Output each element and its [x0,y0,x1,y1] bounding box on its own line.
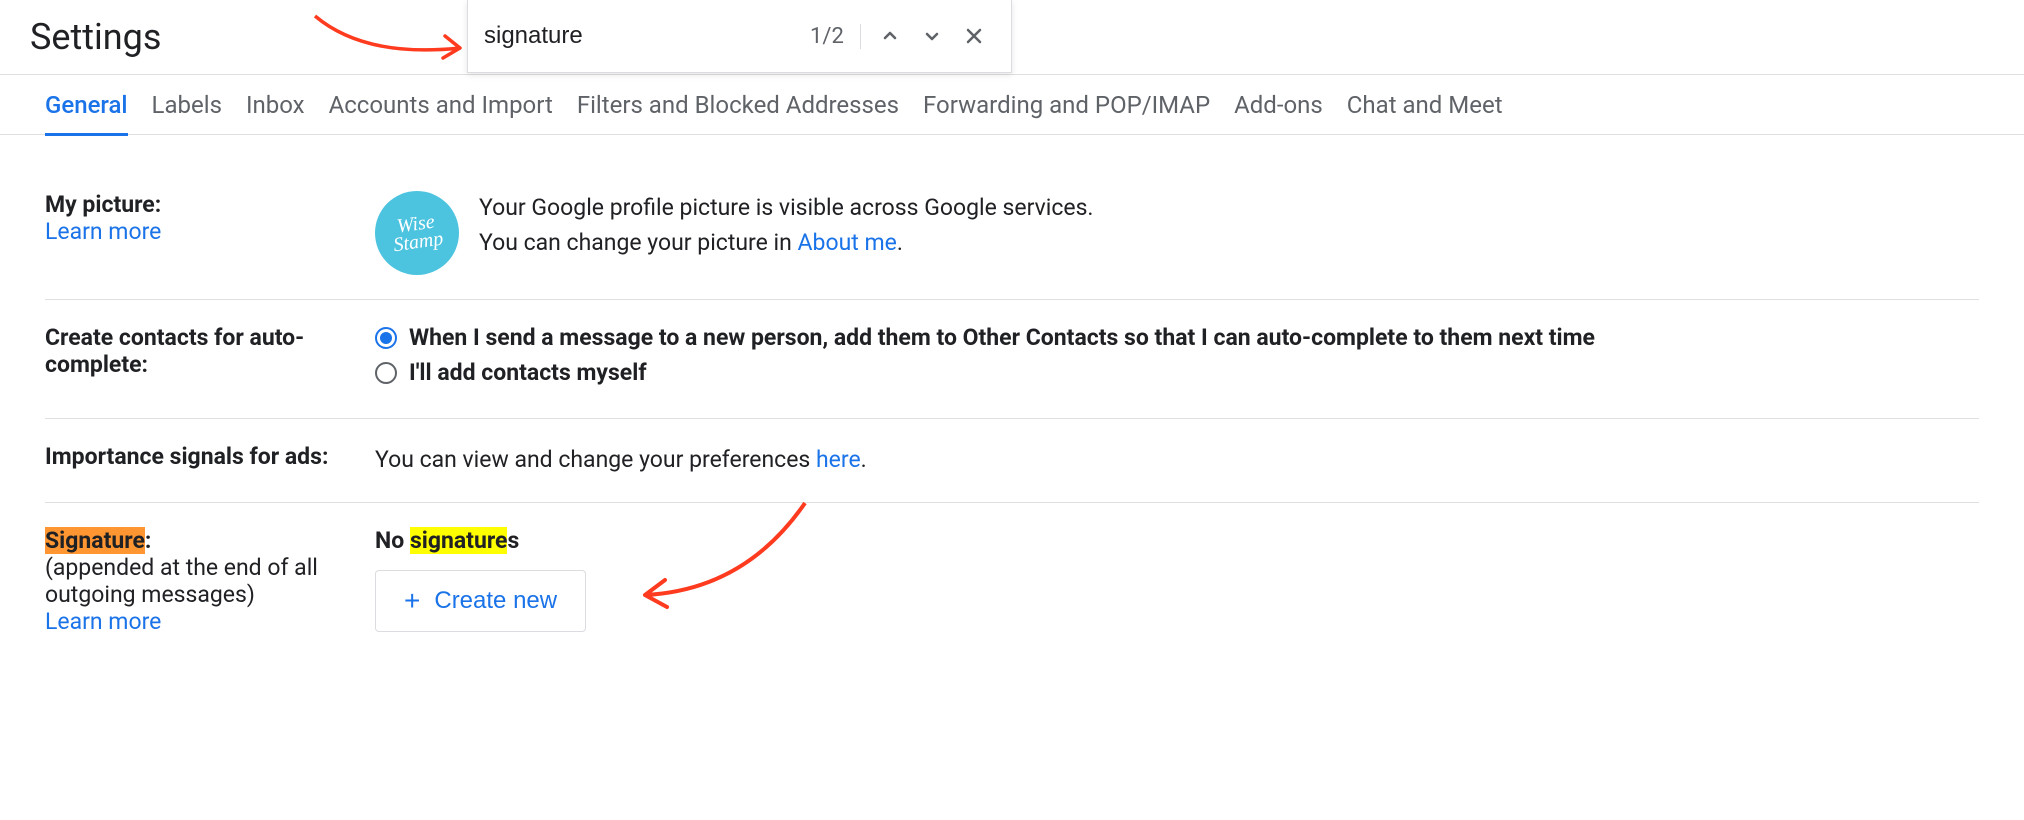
create-btn-label: Create new [434,587,557,615]
section-picture: My picture: Learn more Wise Stamp Your G… [45,135,1979,300]
tab-inbox[interactable]: Inbox [246,75,305,135]
radio-label: I'll add contacts myself [409,359,647,386]
find-prev-button[interactable] [869,12,911,60]
tab-chat[interactable]: Chat and Meet [1347,75,1503,135]
picture-text-2: You can change your picture in About me. [479,226,1094,261]
page-title: Settings [30,16,161,58]
find-count: 1/2 [794,24,861,49]
picture-description: Your Google profile picture is visible a… [479,191,1094,275]
find-in-page-bar: 1/2 [467,0,1012,73]
find-input[interactable] [484,22,794,50]
plus-icon: + [404,585,420,617]
radio-option-auto[interactable]: When I send a message to a new person, a… [375,324,1979,351]
avatar-logo-text: Wise Stamp [375,209,459,256]
find-next-button[interactable] [911,12,953,60]
tab-labels[interactable]: Labels [152,75,222,135]
section-body: When I send a message to a new person, a… [375,324,1979,394]
tab-addons[interactable]: Add-ons [1234,75,1323,135]
find-close-button[interactable] [953,12,995,60]
label-title: Importance signals for ads: [45,443,375,470]
tab-filters[interactable]: Filters and Blocked Addresses [577,75,899,135]
label-title: Create contacts for auto-complete: [45,324,375,378]
learn-more-link[interactable]: Learn more [45,608,161,635]
tab-general[interactable]: General [45,75,128,135]
highlighted-match-active: Signature [45,527,145,554]
section-ads: Importance signals for ads: You can view… [45,419,1979,503]
settings-content: My picture: Learn more Wise Stamp Your G… [0,135,2024,659]
section-label: Importance signals for ads: [45,443,375,478]
label-help: (appended at the end of all outgoing mes… [45,554,375,608]
chevron-down-icon [920,24,944,48]
close-icon [962,24,986,48]
header: Settings 1/2 [0,0,2024,75]
radio-label: When I send a message to a new person, a… [409,324,1595,351]
learn-more-link[interactable]: Learn more [45,218,161,245]
label-title: My picture: [45,191,375,218]
section-body: No signatures + Create new [375,527,1979,635]
section-label: My picture: Learn more [45,191,375,275]
section-label: Create contacts for auto-complete: [45,324,375,394]
picture-text-1: Your Google profile picture is visible a… [479,191,1094,226]
settings-tabs: General Labels Inbox Accounts and Import… [0,75,2024,135]
radio-input[interactable] [375,362,397,384]
highlighted-match: signature [410,527,508,554]
create-new-signature-button[interactable]: + Create new [375,570,586,632]
tab-accounts[interactable]: Accounts and Import [329,75,553,135]
about-me-link[interactable]: About me [798,229,897,256]
section-signature: Signature: (appended at the end of all o… [45,503,1979,659]
avatar[interactable]: Wise Stamp [375,191,459,275]
label-title: Signature: [45,527,375,554]
section-body: You can view and change your preferences… [375,443,1979,478]
no-signatures-text: No signatures [375,527,1979,554]
chevron-up-icon [878,24,902,48]
section-contacts: Create contacts for auto-complete: When … [45,300,1979,419]
section-body: Wise Stamp Your Google profile picture i… [375,191,1979,275]
tab-forwarding[interactable]: Forwarding and POP/IMAP [923,75,1210,135]
ads-here-link[interactable]: here [816,446,861,473]
radio-input[interactable] [375,327,397,349]
radio-option-manual[interactable]: I'll add contacts myself [375,359,1979,386]
section-label: Signature: (appended at the end of all o… [45,527,375,635]
